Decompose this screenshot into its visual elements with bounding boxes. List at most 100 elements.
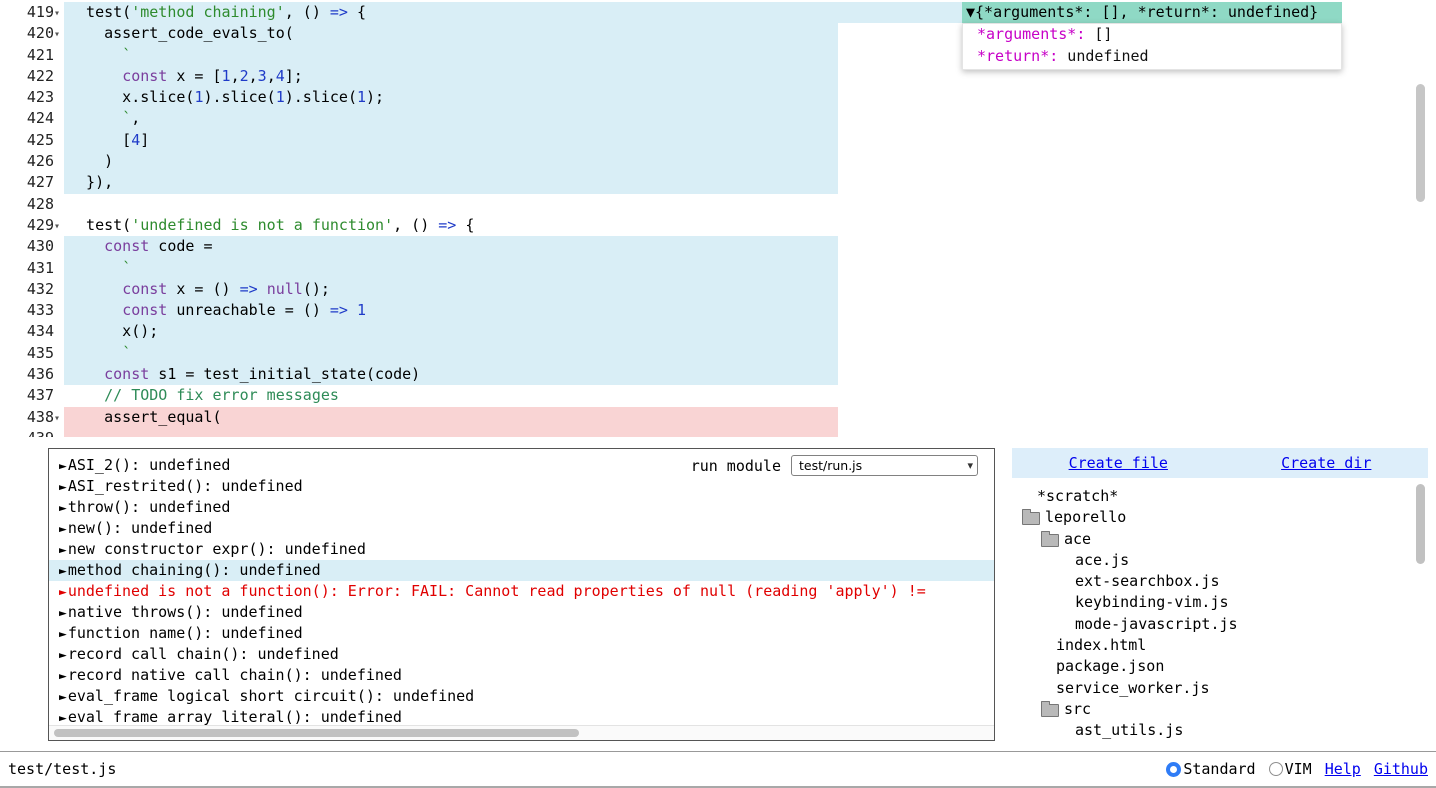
fold-marker-icon[interactable]: ▾ (54, 408, 64, 429)
code-line-content: [4] (64, 130, 1436, 151)
test-result-item[interactable]: ►eval_frame logical short circuit(): und… (49, 686, 994, 707)
expand-arrow-icon[interactable]: ► (59, 711, 67, 726)
files-vertical-scrollbar[interactable] (1416, 480, 1425, 740)
line-number: 427 (0, 172, 64, 193)
tooltip-header[interactable]: ▼{*arguments*: [], *return*: undefined} (962, 2, 1342, 23)
status-bar: test/test.js Standard VIM Help Github (0, 751, 1436, 788)
expand-arrow-icon[interactable]: ► (59, 543, 67, 558)
code-line[interactable]: 439 (0, 428, 1436, 437)
scrollbar-thumb[interactable] (1416, 84, 1425, 202)
code-line-content: const code = (64, 236, 1436, 257)
line-number-gutter: 434 (0, 321, 64, 342)
current-file: test/test.js (8, 760, 116, 778)
code-line[interactable]: 423 x.slice(1).slice(1).slice(1); (0, 87, 1436, 108)
code-line[interactable]: 437 // TODO fix error messages (0, 385, 1436, 406)
link-github[interactable]: Github (1374, 760, 1428, 778)
scrollbar-thumb[interactable] (1416, 484, 1425, 564)
file-tree-item[interactable]: index.html (1012, 635, 1428, 656)
file-tree-item[interactable]: package.json (1012, 656, 1428, 677)
editor-vertical-scrollbar[interactable] (1416, 0, 1425, 437)
code-line[interactable]: 427 }), (0, 172, 1436, 193)
expand-arrow-icon[interactable]: ► (59, 459, 67, 474)
file-tree-item[interactable]: src (1012, 699, 1428, 720)
code-line[interactable]: 425 [4] (0, 130, 1436, 151)
expand-arrow-icon[interactable]: ► (59, 522, 67, 537)
code-line-content: }), (64, 172, 1436, 193)
test-result-item[interactable]: ►function name(): undefined (49, 623, 994, 644)
link-help[interactable]: Help (1325, 760, 1361, 778)
collapse-arrow-icon[interactable]: ▼ (966, 3, 975, 21)
radio-icon[interactable] (1166, 762, 1181, 777)
file-tree-item[interactable]: leporello (1012, 507, 1428, 528)
test-result-item[interactable]: ►new constructor expr(): undefined (49, 539, 994, 560)
code-line[interactable]: 429▾ test('undefined is not a function',… (0, 215, 1436, 236)
code-line-content: test('undefined is not a function', () =… (64, 215, 1436, 236)
fold-marker-icon[interactable]: ▾ (54, 3, 64, 24)
create-file-link[interactable]: Create file (1069, 454, 1168, 472)
code-line[interactable]: 426 ) (0, 151, 1436, 172)
test-result-item[interactable]: ►new(): undefined (49, 518, 994, 539)
line-number-gutter: 432 (0, 279, 64, 300)
file-tree-item[interactable]: ext-searchbox.js (1012, 571, 1428, 592)
code-line[interactable]: 435 ` (0, 343, 1436, 364)
create-dir-link[interactable]: Create dir (1281, 454, 1371, 472)
line-number-gutter: 437 (0, 385, 64, 406)
code-line[interactable]: 430 const code = (0, 236, 1436, 257)
code-line-content: `, (64, 108, 1436, 129)
code-line[interactable]: 434 x(); (0, 321, 1436, 342)
file-tree-item[interactable]: ace (1012, 529, 1428, 550)
line-number-gutter: 433 (0, 300, 64, 321)
folder-icon (1041, 704, 1059, 717)
test-result-item[interactable]: ►native throws(): undefined (49, 602, 994, 623)
test-result-item[interactable]: ►throw(): undefined (49, 497, 994, 518)
keybinding-mode-standard[interactable]: Standard (1166, 760, 1255, 778)
file-tree-item[interactable]: keybinding-vim.js (1012, 592, 1428, 613)
fold-marker-icon[interactable]: ▾ (54, 24, 64, 45)
test-result-item[interactable]: ►undefined is not a function(): Error: F… (49, 581, 994, 602)
folder-icon (1022, 512, 1040, 525)
expand-arrow-icon[interactable]: ► (59, 648, 67, 663)
line-number: 425 (0, 130, 64, 151)
test-result-item[interactable]: ►ASI_2(): undefined (49, 455, 994, 476)
fold-marker-icon[interactable]: ▾ (54, 216, 64, 237)
code-editor[interactable]: 419▾ test('method chaining', () => {420▾… (0, 0, 1436, 437)
code-line[interactable]: 424 `, (0, 108, 1436, 129)
results-horizontal-scrollbar[interactable] (49, 725, 994, 740)
code-line-content: ` (64, 258, 1436, 279)
code-line[interactable]: 431 ` (0, 258, 1436, 279)
expand-arrow-icon[interactable]: ► (59, 690, 67, 705)
expand-arrow-icon[interactable]: ► (59, 606, 67, 621)
test-result-item[interactable]: ►record native call chain(): undefined (49, 665, 994, 686)
code-line[interactable]: 433 const unreachable = () => 1 (0, 300, 1436, 321)
expand-arrow-icon[interactable]: ► (59, 501, 67, 516)
test-results-list: ►ASI_2(): undefined►ASI_restrited(): und… (49, 455, 994, 728)
file-browser-header: Create file Create dir (1012, 448, 1428, 478)
test-result-item[interactable]: ►record call chain(): undefined (49, 644, 994, 665)
expand-arrow-icon[interactable]: ► (59, 627, 67, 642)
keybinding-mode-vim[interactable]: VIM (1269, 760, 1312, 778)
test-result-item[interactable]: ►ASI_restrited(): undefined (49, 476, 994, 497)
file-tree-item[interactable]: mode-javascript.js (1012, 614, 1428, 635)
line-highlight (64, 321, 838, 342)
test-result-item[interactable]: ►method chaining(): undefined (49, 560, 994, 581)
file-tree-item[interactable]: service_worker.js (1012, 678, 1428, 699)
file-tree-item[interactable]: ace.js (1012, 550, 1428, 571)
line-number-gutter: 427 (0, 172, 64, 193)
expand-arrow-icon[interactable]: ► (59, 564, 67, 579)
line-highlight (64, 258, 838, 279)
radio-icon[interactable] (1269, 762, 1283, 776)
code-line[interactable]: 428 (0, 194, 1436, 215)
expand-arrow-icon[interactable]: ► (59, 585, 67, 600)
line-highlight (64, 151, 838, 172)
code-line[interactable]: 438▾ assert_equal( (0, 407, 1436, 428)
scrollbar-thumb[interactable] (54, 729, 579, 737)
line-number: 432 (0, 279, 64, 300)
code-line[interactable]: 432 const x = () => null(); (0, 279, 1436, 300)
file-tree-item[interactable]: *scratch* (1012, 486, 1428, 507)
code-line[interactable]: 436 const s1 = test_initial_state(code) (0, 364, 1436, 385)
line-number: 426 (0, 151, 64, 172)
line-highlight (64, 343, 838, 364)
file-tree-item[interactable]: ast_utils.js (1012, 720, 1428, 740)
expand-arrow-icon[interactable]: ► (59, 480, 67, 495)
expand-arrow-icon[interactable]: ► (59, 669, 67, 684)
